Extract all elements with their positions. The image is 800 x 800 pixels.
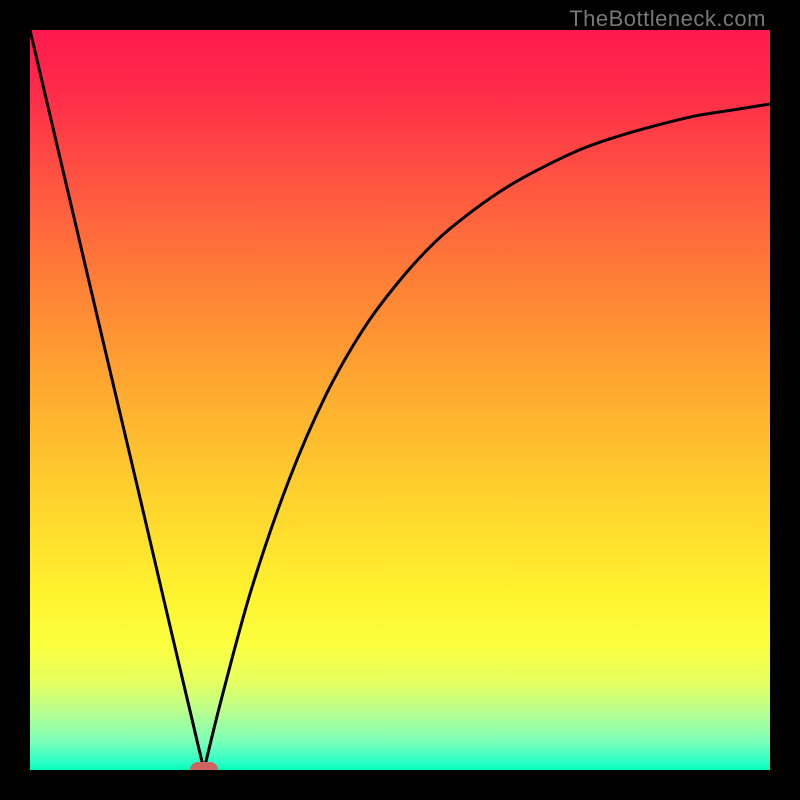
- chart-frame: [0, 0, 800, 800]
- watermark-text: TheBottleneck.com: [569, 6, 766, 32]
